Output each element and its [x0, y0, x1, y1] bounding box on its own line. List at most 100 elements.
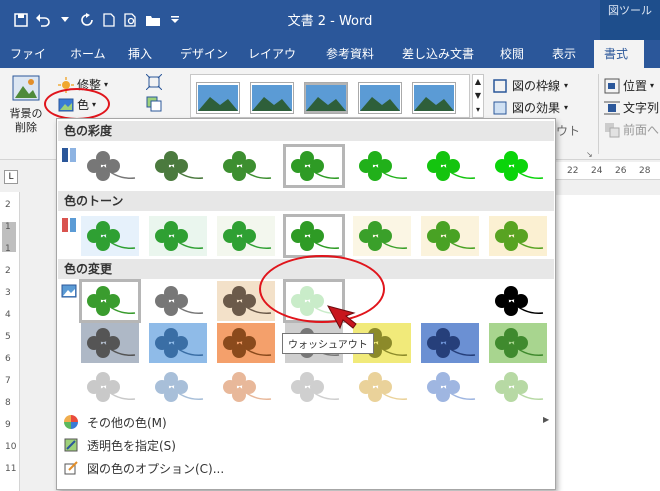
color-swatch[interactable] — [419, 365, 481, 409]
picture-tools-label: 図ツール — [600, 0, 660, 40]
color-swatch[interactable] — [351, 144, 413, 188]
tab-insert[interactable]: 挿入 — [118, 40, 170, 68]
color-swatch[interactable] — [79, 214, 141, 258]
remove-background-button[interactable]: 背景の削除 — [8, 74, 44, 138]
color-swatch[interactable] — [147, 144, 209, 188]
compress-pictures-icon[interactable] — [145, 73, 163, 93]
menu-color-options[interactable]: 図の色のオプション(C)... — [63, 457, 224, 479]
ruler-tick: 26 — [615, 166, 627, 176]
chevron-down-icon: ▾ — [564, 81, 569, 90]
bring-forward-button[interactable]: 前面へ — [604, 121, 659, 138]
highlight-circle-washout — [259, 255, 385, 323]
ruler-tick: 4 — [5, 310, 11, 320]
tab-file[interactable]: ファイル — [0, 40, 60, 89]
color-swatch[interactable] — [283, 214, 345, 258]
color-swatch[interactable] — [79, 144, 141, 188]
menu-set-transparent-label: 透明色を指定(S) — [87, 438, 176, 453]
position-label: 位置 — [623, 79, 648, 93]
color-options-icon — [63, 460, 79, 476]
horizontal-ruler[interactable]: 22 24 26 28 — [555, 162, 660, 180]
color-swatch[interactable] — [283, 365, 345, 409]
tab-review[interactable]: 校閲 — [490, 40, 542, 68]
transparent-color-icon — [63, 437, 79, 453]
saturation-row — [57, 144, 555, 194]
picture-border-icon — [493, 78, 507, 93]
ruler-tick: 6 — [5, 354, 11, 364]
submenu-arrow-icon: ▶ — [543, 415, 550, 424]
color-swatch[interactable] — [419, 214, 481, 258]
document-title: 文書 2 - Word — [287, 14, 373, 29]
tab-mailings[interactable]: 差し込み文書 — [392, 40, 490, 68]
dialog-launcher-icon[interactable]: ↘ — [586, 150, 593, 159]
color-swatch[interactable] — [79, 365, 141, 409]
washout-tooltip: ウォッシュアウト — [282, 333, 374, 354]
chevron-down-icon: ▾ — [650, 81, 655, 90]
picture-style-thumbnail[interactable] — [250, 82, 294, 114]
remove-background-label: 背景の削除 — [9, 107, 43, 134]
color-swatch[interactable] — [147, 214, 209, 258]
ribbon-tabs: ファイル ホーム 挿入 デザイン レイアウト 参考資料 差し込み文書 校閲 表示… — [0, 40, 644, 89]
color-swatch[interactable] — [419, 144, 481, 188]
vertical-ruler[interactable]: 2 1 1 2 3 4 5 6 7 8 9 10 11 — [0, 192, 20, 491]
color-swatch[interactable] — [147, 279, 209, 323]
color-swatch[interactable] — [351, 365, 413, 409]
color-wheel-icon — [63, 414, 79, 430]
picture-effects-icon — [493, 101, 507, 114]
color-swatch[interactable] — [79, 321, 141, 365]
color-swatch[interactable] — [215, 144, 277, 188]
tab-selector[interactable]: L — [4, 170, 18, 184]
picture-style-thumbnails — [196, 82, 456, 114]
position-button[interactable]: 位置 ▾ — [604, 77, 654, 94]
color-swatch[interactable] — [487, 214, 549, 258]
ruler-tick: 1 — [5, 244, 11, 254]
position-icon — [604, 78, 620, 93]
wrap-text-icon — [604, 101, 620, 114]
ruler-tick: 2 — [5, 200, 11, 210]
ruler-tick: 22 — [567, 166, 579, 176]
color-swatch[interactable] — [487, 321, 549, 365]
tab-layout[interactable]: レイアウト — [238, 40, 316, 89]
menu-color-options-label: 図の色のオプション(C)... — [87, 461, 225, 476]
recolor-row-3 — [57, 365, 555, 415]
ruler-tick: 2 — [5, 266, 11, 276]
ruler-tick: 11 — [5, 464, 17, 474]
picture-border-label: 図の枠線 — [512, 79, 561, 93]
color-swatch[interactable] — [487, 144, 549, 188]
picture-style-thumbnail[interactable] — [304, 82, 348, 114]
tab-home[interactable]: ホーム — [60, 40, 118, 68]
wrap-text-button[interactable]: 文字列 — [604, 99, 659, 116]
cursor-arrow-icon — [327, 305, 357, 330]
color-swatch[interactable] — [79, 279, 141, 323]
color-swatch[interactable] — [351, 214, 413, 258]
chevron-down-icon: ▾ — [564, 103, 569, 112]
tab-format[interactable]: 書式 — [594, 40, 644, 68]
ruler-tick: 1 — [5, 222, 11, 232]
ruler-tick: 10 — [5, 442, 17, 452]
section-saturation-header: 色の彩度 — [58, 121, 554, 141]
gallery-scroll[interactable]: ▲ ▼ ▾ — [472, 74, 484, 118]
divider — [598, 74, 599, 154]
tab-view[interactable]: 表示 — [542, 40, 594, 68]
ruler-tick: 28 — [639, 166, 651, 176]
color-swatch[interactable] — [283, 144, 345, 188]
color-swatch[interactable] — [487, 279, 549, 323]
color-swatch[interactable] — [487, 365, 549, 409]
color-swatch[interactable] — [215, 365, 277, 409]
picture-effects-label: 図の効果 — [512, 101, 561, 115]
change-picture-icon[interactable] — [146, 96, 162, 115]
picture-style-thumbnail[interactable] — [358, 82, 402, 114]
picture-effects-button[interactable]: 図の効果 ▾ — [492, 99, 568, 116]
color-swatch[interactable] — [215, 321, 277, 365]
menu-more-colors[interactable]: その他の色(M) — [63, 411, 167, 433]
tab-references[interactable]: 参考資料 — [316, 40, 392, 68]
color-swatch[interactable] — [419, 321, 481, 365]
bring-forward-label: 前面へ — [623, 123, 660, 137]
color-swatch[interactable] — [215, 214, 277, 258]
picture-border-button[interactable]: 図の枠線 ▾ — [492, 77, 568, 94]
menu-set-transparent[interactable]: 透明色を指定(S) — [63, 434, 176, 456]
picture-style-thumbnail[interactable] — [196, 82, 240, 114]
picture-style-thumbnail[interactable] — [412, 82, 456, 114]
color-swatch[interactable] — [147, 321, 209, 365]
color-swatch[interactable] — [147, 365, 209, 409]
tab-design[interactable]: デザイン — [170, 40, 238, 68]
